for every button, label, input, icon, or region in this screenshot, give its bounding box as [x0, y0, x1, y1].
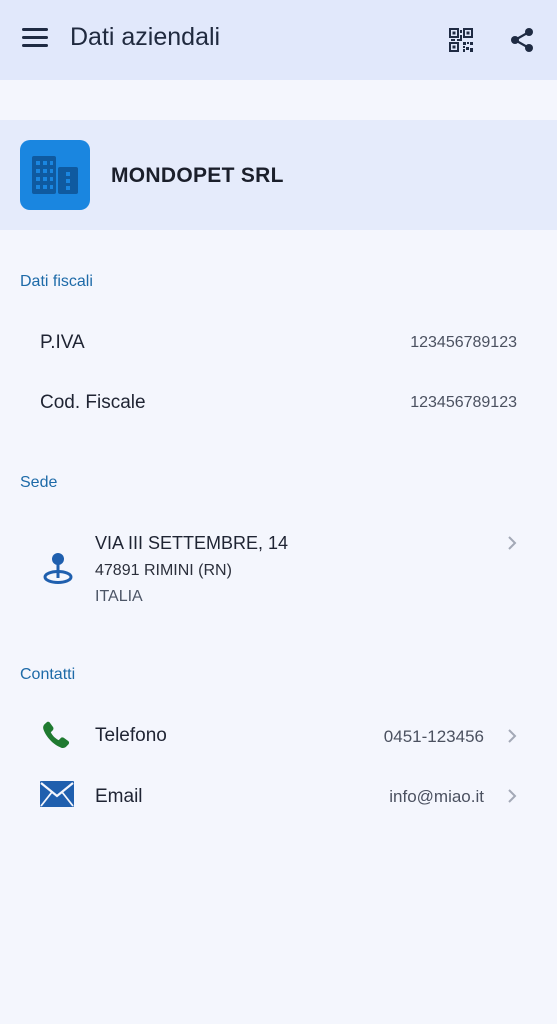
- hamburger-menu-icon[interactable]: [22, 28, 48, 52]
- address-country: ITALIA: [95, 588, 143, 605]
- contact-phone-row[interactable]: Telefono 0451-123456: [0, 711, 557, 761]
- email-icon: [40, 781, 74, 807]
- phone-value: 0451-123456: [383, 727, 484, 746]
- piva-value: 123456789123: [410, 334, 517, 351]
- page-title: Dati aziendali: [70, 23, 221, 51]
- chevron-right-icon: [508, 536, 517, 550]
- qr-code-icon[interactable]: [449, 28, 473, 52]
- codice-fiscale-value: 123456789123: [410, 394, 517, 411]
- company-logo: [20, 140, 90, 210]
- piva-label: P.IVA: [40, 332, 85, 353]
- share-icon[interactable]: [509, 27, 535, 53]
- location-pin-icon: [43, 553, 73, 584]
- address-line2: 47891 RIMINI (RN): [95, 562, 232, 579]
- address-row[interactable]: VIA III SETTEMBRE, 14 47891 RIMINI (RN) …: [0, 520, 557, 620]
- chevron-right-icon: [508, 789, 517, 803]
- contact-email-row[interactable]: Email info@miao.it: [0, 771, 557, 821]
- address-line1: VIA III SETTEMBRE, 14: [95, 533, 289, 553]
- email-value: info@miao.it: [389, 787, 484, 806]
- company-header: MONDOPET SRL: [0, 120, 557, 230]
- section-title-fiscal: Dati fiscali: [20, 273, 93, 290]
- section-title-address: Sede: [20, 474, 58, 491]
- building-icon: [32, 156, 78, 194]
- chevron-right-icon: [508, 729, 517, 743]
- email-label: Email: [95, 786, 143, 807]
- phone-icon: [43, 721, 70, 748]
- codice-fiscale-label: Cod. Fiscale: [40, 392, 146, 413]
- section-title-contacts: Contatti: [20, 666, 76, 683]
- company-name: MONDOPET SRL: [111, 164, 284, 187]
- app-bar: Dati aziendali: [0, 0, 557, 80]
- phone-label: Telefono: [95, 725, 167, 746]
